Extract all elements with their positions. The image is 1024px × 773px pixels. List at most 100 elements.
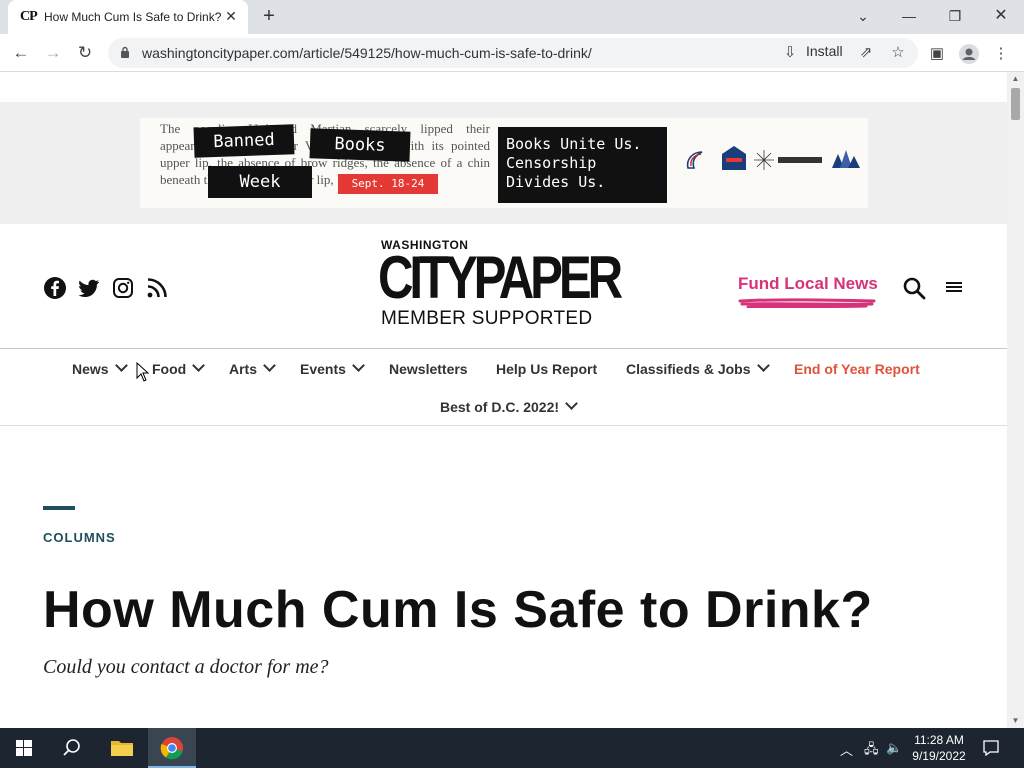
ad-tag-week: Week (208, 166, 312, 198)
clock-time: 11:28 AM (914, 733, 964, 747)
logo-citypaper: CITYPAPER (378, 244, 623, 311)
url-text: washingtoncitypaper.com/article/549125/h… (142, 45, 592, 61)
tab-title: How Much Cum Is Safe to Drink? (44, 10, 222, 24)
restore-button[interactable]: ❐ (940, 4, 970, 28)
ad-slogan-line-2: Censorship (506, 154, 597, 172)
instagram-icon[interactable] (111, 276, 135, 300)
article-subheadline: Could you contact a doctor for me? (43, 656, 329, 678)
network-icon[interactable]: 🖧 (864, 740, 879, 762)
logo-member-supported: MEMBER SUPPORTED (381, 308, 593, 329)
nav-item-label: Arts (229, 361, 258, 377)
dc-public-library-logo-icon (686, 151, 703, 169)
side-panel-icon[interactable]: ▣ (926, 43, 948, 65)
nav-item-label: Classifieds & Jobs (626, 361, 751, 377)
main-navigation: News Food Arts Events Newsletters Help U… (0, 348, 1007, 426)
nav-item-label: Best of D.C. 2022! (440, 399, 560, 415)
nav-item-food[interactable]: Food (152, 359, 206, 377)
folder-icon (111, 741, 133, 756)
search-icon[interactable] (902, 276, 926, 300)
scrollbar-thumb[interactable] (1011, 88, 1020, 120)
reload-button[interactable]: ↻ (72, 40, 98, 66)
fund-underline-scribble (738, 298, 876, 308)
nav-item-label: Help Us Report (496, 361, 598, 377)
mars-area-logo-icon (832, 150, 860, 168)
page-scrollbar[interactable]: ▲ ▼ (1007, 72, 1024, 728)
nav-item-label: Newsletters (389, 361, 468, 377)
nav-item-label: Food (152, 361, 187, 377)
chevron-down-icon[interactable] (352, 359, 365, 372)
twitter-icon[interactable] (77, 276, 101, 300)
browser-toolbar: ← → ↻ washingtoncitypaper.com/article/54… (0, 34, 1024, 72)
address-bar[interactable]: washingtoncitypaper.com/article/549125/h… (108, 38, 918, 68)
nav-item-classifieds-jobs[interactable]: Classifieds & Jobs (626, 359, 770, 377)
nav-item-best-of-dc[interactable]: Best of D.C. 2022! (440, 397, 578, 415)
nav-item-label: End of Year Report (794, 361, 920, 377)
chrome-icon (160, 737, 183, 760)
ad-slogan-line-3: Divides Us. (506, 173, 606, 191)
minimize-button[interactable]: — (894, 4, 924, 28)
scroll-up-arrow-icon[interactable]: ▲ (1007, 72, 1024, 86)
kicker-accent-bar (43, 506, 75, 510)
scroll-down-arrow-icon[interactable]: ▼ (1007, 714, 1024, 728)
lock-icon (121, 46, 129, 58)
dcpl-foundation-logo-icon (722, 146, 746, 170)
notifications-icon[interactable] (982, 739, 1000, 757)
ad-slogan-block: Books Unite Us. Censorship Divides Us. (498, 127, 667, 203)
profile-avatar-icon[interactable] (958, 43, 980, 65)
fund-local-news-link[interactable]: Fund Local News (738, 274, 878, 294)
chevron-down-icon[interactable] (263, 359, 276, 372)
start-button[interactable] (0, 728, 48, 768)
facebook-icon[interactable] (43, 276, 67, 300)
site-header: WASHINGTON CITYPAPER MEMBER SUPPORTED Fu… (0, 224, 1007, 348)
nav-item-newsletters[interactable]: Newsletters (389, 361, 468, 377)
browser-tab-active[interactable]: CP How Much Cum Is Safe to Drink? ✕ (8, 0, 248, 34)
system-clock[interactable]: 11:28 AM 9/19/2022 (906, 732, 972, 764)
ad-tag-banned: Banned (193, 124, 295, 158)
install-app-icon[interactable]: ⇩ (780, 43, 800, 63)
bookmark-star-icon[interactable]: ☆ (888, 43, 908, 63)
ad-tag-books: Books (309, 128, 411, 162)
ad-banner-area: The peculiar V-shaped Martian scarcely l… (0, 102, 1007, 224)
rss-icon[interactable] (145, 276, 169, 300)
web-page: The peculiar V-shaped Martian scarcely l… (0, 72, 1007, 728)
windows-taskbar: ︿ 🖧 🔈 11:28 AM 9/19/2022 (0, 728, 1024, 768)
volume-icon[interactable]: 🔈 (886, 740, 902, 756)
banned-books-week-ad[interactable]: The peculiar V-shaped Martian scarcely l… (140, 118, 868, 208)
nav-item-label: News (72, 361, 109, 377)
file-explorer-button[interactable] (98, 728, 146, 768)
show-hidden-icons-chevron-icon[interactable]: ︿ (840, 740, 853, 759)
browser-menu-icon[interactable]: ⋮ (990, 43, 1012, 65)
nav-item-events[interactable]: Events (300, 359, 365, 377)
chevron-down-icon[interactable] (565, 397, 578, 410)
nav-item-label: Events (300, 361, 346, 377)
chevron-down-icon[interactable] (756, 359, 770, 372)
chrome-taskbar-button[interactable] (148, 728, 196, 768)
chevron-down-icon[interactable] (192, 359, 206, 372)
nav-item-help-us-report[interactable]: Help Us Report (496, 361, 597, 377)
article-headline: How Much Cum Is Safe to Drink? (43, 581, 873, 639)
windows-logo-icon (16, 740, 32, 756)
share-icon[interactable]: ⇗ (856, 43, 876, 63)
nav-item-end-of-year-report[interactable]: End of Year Report (794, 361, 920, 377)
back-button[interactable]: ← (8, 40, 34, 66)
nav-item-news[interactable]: News (72, 359, 128, 377)
install-button[interactable]: Install (806, 43, 843, 59)
taskbar-search-button[interactable] (48, 728, 96, 768)
clock-date: 9/19/2022 (912, 749, 966, 763)
chevron-down-icon[interactable] (114, 359, 128, 372)
article-category-link[interactable]: COLUMNS (43, 530, 116, 545)
close-window-button[interactable]: ✕ (986, 4, 1016, 28)
ad-slogan-line-1: Books Unite Us. (506, 135, 642, 153)
nav-item-arts[interactable]: Arts (229, 359, 276, 377)
forward-button[interactable]: → (40, 40, 66, 66)
tab-search-chevron-icon[interactable]: ⌄ (848, 4, 878, 28)
ad-date: Sept. 18-24 (338, 174, 438, 194)
imls-logo-icon (754, 150, 822, 170)
hamburger-menu-icon[interactable] (944, 278, 964, 296)
tab-close-icon[interactable]: ✕ (222, 7, 240, 25)
mouse-cursor-icon (136, 362, 150, 382)
browser-tab-bar: CP How Much Cum Is Safe to Drink? ✕ + ⌄ … (0, 0, 1024, 34)
new-tab-button[interactable]: + (258, 6, 280, 28)
site-favicon-icon: CP (20, 9, 38, 24)
search-icon (63, 739, 80, 756)
